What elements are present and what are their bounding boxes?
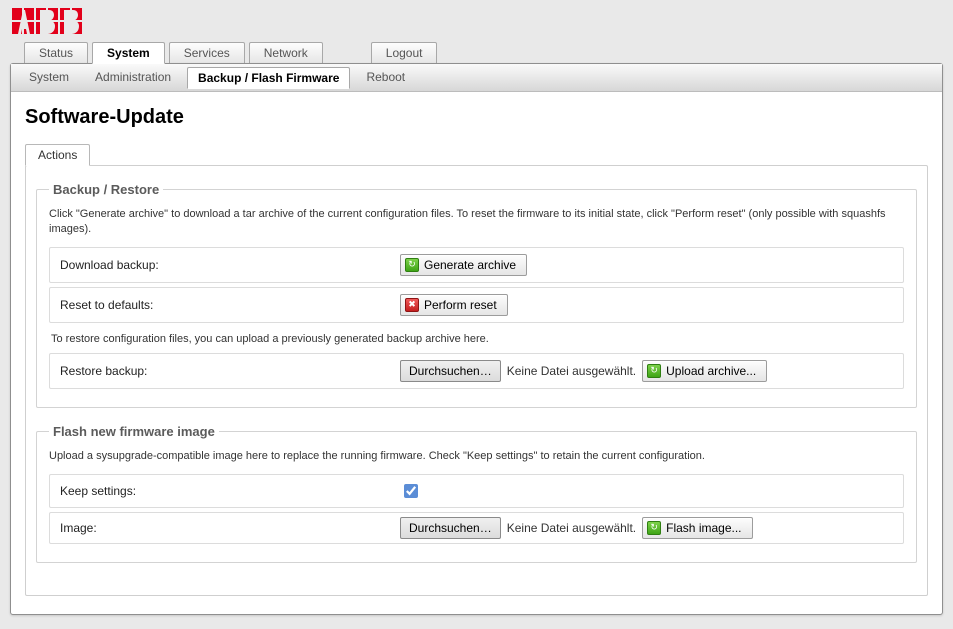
row-restore-backup: Restore backup: Durchsuchen… Keine Datei… <box>49 353 904 389</box>
flash-legend: Flash new firmware image <box>49 424 219 439</box>
backup-section: Backup / Restore Click "Generate archive… <box>36 182 917 408</box>
tab-status[interactable]: Status <box>24 42 88 64</box>
flash-image-label: Flash image... <box>666 521 741 535</box>
reload-icon: ↻ <box>405 258 419 272</box>
row-reset-defaults: Reset to defaults: ✖ Perform reset <box>49 287 904 323</box>
tab-network[interactable]: Network <box>249 42 323 64</box>
upload-icon: ↻ <box>647 364 661 378</box>
keep-settings-checkbox[interactable] <box>404 484 418 498</box>
primary-tabs: Status System Services Network Logout <box>24 42 943 64</box>
restore-browse-button[interactable]: Durchsuchen… <box>400 360 501 382</box>
abb-logo <box>12 8 943 36</box>
flash-help: Upload a sysupgrade-compatible image her… <box>49 449 904 464</box>
row-download-backup: Download backup: ↻ Generate archive <box>49 247 904 283</box>
upload-archive-label: Upload archive... <box>666 364 756 378</box>
backup-help: Click "Generate archive" to download a t… <box>49 207 904 237</box>
restore-note: To restore configuration files, you can … <box>51 333 902 345</box>
perform-reset-label: Perform reset <box>424 298 497 312</box>
tab-services[interactable]: Services <box>169 42 245 64</box>
tab-system[interactable]: System <box>92 42 165 64</box>
actions-panel: Backup / Restore Click "Generate archive… <box>25 165 928 596</box>
main-frame: System Administration Backup / Flash Fir… <box>10 63 943 615</box>
page-title: Software-Update <box>25 106 928 129</box>
tab-logout[interactable]: Logout <box>371 42 438 64</box>
row-image: Image: Durchsuchen… Keine Datei ausgewäh… <box>49 512 904 544</box>
row-keep-settings: Keep settings: <box>49 474 904 508</box>
backup-legend: Backup / Restore <box>49 182 163 197</box>
reset-icon: ✖ <box>405 298 419 312</box>
restore-file-status: Keine Datei ausgewählt. <box>507 364 636 378</box>
upload-archive-button[interactable]: ↻ Upload archive... <box>642 360 767 382</box>
subnav-administration[interactable]: Administration <box>85 67 181 88</box>
generate-archive-button[interactable]: ↻ Generate archive <box>400 254 527 276</box>
image-file-status: Keine Datei ausgewählt. <box>507 521 636 535</box>
flash-icon: ↻ <box>647 521 661 535</box>
secondary-nav: System Administration Backup / Flash Fir… <box>11 64 942 92</box>
reset-defaults-label: Reset to defaults: <box>60 298 400 312</box>
subnav-system[interactable]: System <box>19 67 79 88</box>
inner-tab-actions[interactable]: Actions <box>25 144 90 166</box>
flash-image-button[interactable]: ↻ Flash image... <box>642 517 752 539</box>
perform-reset-button[interactable]: ✖ Perform reset <box>400 294 508 316</box>
image-label: Image: <box>60 521 400 535</box>
restore-backup-label: Restore backup: <box>60 364 400 378</box>
image-browse-button[interactable]: Durchsuchen… <box>400 517 501 539</box>
generate-archive-label: Generate archive <box>424 258 516 272</box>
download-backup-label: Download backup: <box>60 258 400 272</box>
subnav-reboot[interactable]: Reboot <box>356 67 415 88</box>
keep-settings-label: Keep settings: <box>60 484 400 498</box>
flash-section: Flash new firmware image Upload a sysupg… <box>36 424 917 563</box>
subnav-backup-flash[interactable]: Backup / Flash Firmware <box>187 67 350 89</box>
